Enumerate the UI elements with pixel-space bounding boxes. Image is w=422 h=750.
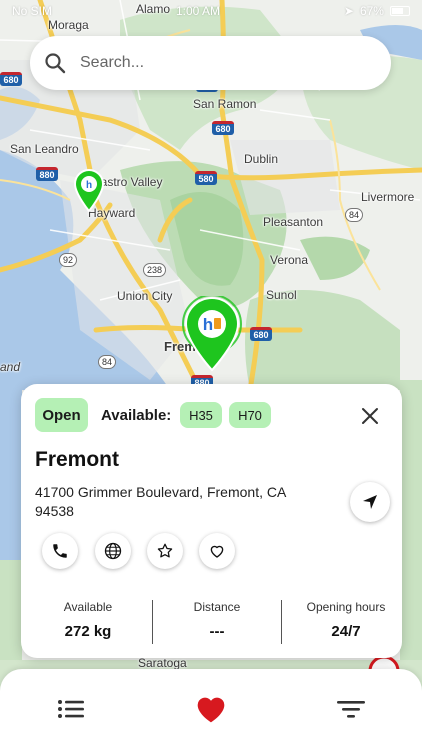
search-bar[interactable] [30, 36, 391, 90]
map-label-sunol: Sunol [266, 288, 297, 302]
available-label: Available: [101, 407, 172, 424]
map-label-union-city: Union City [117, 289, 173, 303]
stat-label: Opening hours [306, 600, 386, 614]
stat-value: --- [209, 623, 225, 640]
highway-shield-880: 880 [36, 167, 58, 181]
station-card: Open Available: H35 H70 Fremont 41700 Gr… [21, 384, 402, 658]
station-marker-hayward[interactable]: h [72, 168, 106, 212]
svg-text:h: h [86, 180, 92, 191]
battery-icon [389, 6, 410, 16]
stat-label: Distance [193, 600, 241, 614]
highway-shield-680: 680 [250, 327, 272, 341]
fuel-type-badge-h35: H35 [180, 402, 222, 428]
clock: 1:00 AM [175, 4, 220, 18]
heart-filled-icon [197, 697, 225, 723]
route-badge-84: 84 [345, 208, 364, 222]
map-label-livermore: Livermore [361, 190, 415, 204]
stat-available: Available 272 kg [28, 600, 148, 640]
bottom-tab-bar [0, 669, 422, 750]
stat-divider [152, 600, 153, 644]
close-icon[interactable] [358, 404, 382, 428]
station-name: Fremont [35, 448, 119, 471]
station-marker-fremont-selected[interactable]: h [180, 296, 244, 372]
status-right: ➤ 67% [344, 4, 410, 18]
heart-outline-icon [210, 545, 224, 558]
navigate-button[interactable] [350, 482, 390, 522]
list-icon [58, 700, 84, 718]
fuel-type-badge-h70: H70 [229, 402, 271, 428]
search-icon [45, 53, 66, 74]
highway-shield-580: 580 [195, 171, 217, 185]
website-button[interactable] [95, 533, 131, 569]
tab-filter[interactable] [333, 691, 369, 727]
svg-text:h: h [203, 315, 213, 334]
map-label-saratoga: Saratoga [138, 656, 187, 670]
stat-label: Available [63, 600, 113, 614]
carrier-label: No SIM [12, 4, 53, 18]
station-address: 41700 Grimmer Boulevard, Fremont, CA 945… [35, 484, 286, 519]
filter-icon [337, 701, 365, 718]
map-label-verona: Verona [270, 253, 309, 267]
stat-opening-hours: Opening hours 24/7 [286, 600, 406, 640]
tab-favorites[interactable] [193, 691, 229, 727]
stat-value: 24/7 [331, 623, 361, 640]
map-label-dublin: Dublin [244, 152, 279, 166]
rate-button[interactable] [147, 533, 183, 569]
stat-divider [281, 600, 282, 644]
highway-shield-680: 680 [0, 72, 22, 86]
map-label-pleasanton: Pleasanton [263, 215, 324, 229]
phone-icon [53, 544, 67, 558]
navigation-arrow-icon [363, 495, 377, 509]
tab-list[interactable] [53, 691, 89, 727]
route-badge-84: 84 [98, 355, 117, 369]
map-label-san-leandro: San Leandro [10, 142, 79, 156]
star-icon [157, 543, 173, 558]
highway-shield-680: 680 [212, 121, 234, 135]
location-arrow-icon: ➤ [343, 4, 354, 18]
stat-value: 272 kg [64, 623, 112, 640]
call-button[interactable] [42, 533, 78, 569]
route-badge-92: 92 [59, 253, 78, 267]
globe-icon [104, 542, 122, 560]
map-label-and: and [0, 360, 21, 374]
status-bar: No SIM 1:00 AM ➤ 67% [0, 0, 422, 22]
battery-percent: 67% [359, 4, 384, 18]
open-status-badge: Open [35, 398, 88, 432]
favorite-button[interactable] [199, 533, 235, 569]
map-label-san-ramon: San Ramon [193, 97, 257, 111]
route-badge-238: 238 [143, 263, 167, 277]
stat-distance: Distance --- [157, 600, 277, 640]
search-input[interactable] [80, 54, 360, 72]
